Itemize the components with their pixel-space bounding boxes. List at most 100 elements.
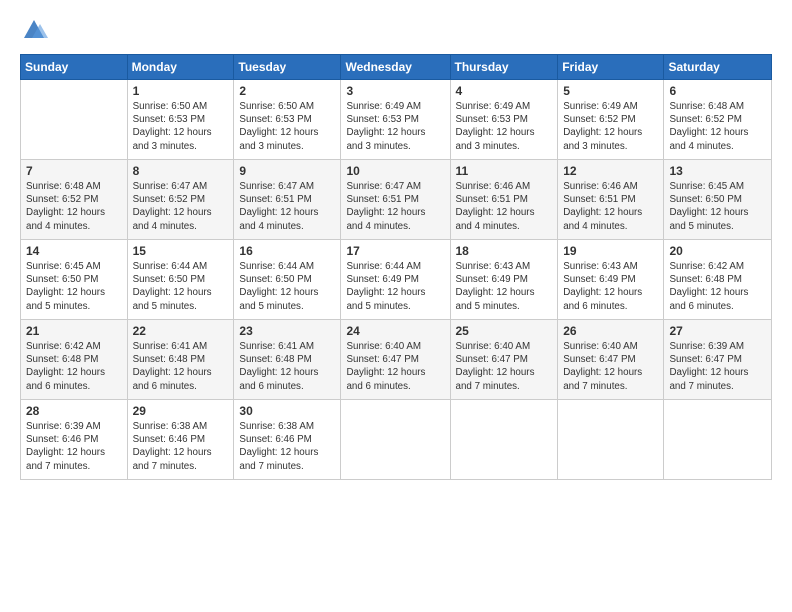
calendar-cell xyxy=(450,400,558,480)
day-number: 3 xyxy=(346,84,444,98)
days-header-row: SundayMondayTuesdayWednesdayThursdayFrid… xyxy=(21,55,772,80)
day-number: 27 xyxy=(669,324,766,338)
calendar-cell: 30Sunrise: 6:38 AM Sunset: 6:46 PM Dayli… xyxy=(234,400,341,480)
day-info: Sunrise: 6:47 AM Sunset: 6:51 PM Dayligh… xyxy=(346,180,444,233)
calendar-cell: 16 Sunrise: 6:44 AM Sunset: 6:50 PM Dayli… xyxy=(234,240,341,320)
header xyxy=(20,16,772,44)
day-number: 11 xyxy=(456,164,553,178)
day-number: 4 xyxy=(456,84,553,98)
day-info: Sunrise: 6:44 AM Sunset: 6:49 PM Dayligh… xyxy=(346,260,444,313)
day-number: 7 xyxy=(26,164,122,178)
day-info: Sunrise: 6:41 AM Sunset: 6:48 PM Dayligh… xyxy=(239,340,335,393)
calendar-cell: 22 Sunrise: 6:41 AM Sunset: 6:48 PM Dayli… xyxy=(127,320,234,400)
calendar-cell: 7 Sunrise: 6:48 AM Sunset: 6:52 PM Daylig… xyxy=(21,160,128,240)
day-info: Sunrise: 6:40 AM Sunset: 6:47 PM Dayligh… xyxy=(563,340,658,393)
calendar-week-1: 1 Sunrise: 6:50 AM Sunset: 6:53 PM Daylig… xyxy=(21,80,772,160)
calendar-cell: 11 Sunrise: 6:46 AM Sunset: 6:51 PM Dayli… xyxy=(450,160,558,240)
calendar-cell: 8 Sunrise: 6:47 AM Sunset: 6:52 PM Daylig… xyxy=(127,160,234,240)
day-number: 16 xyxy=(239,244,335,258)
day-info: Sunrise: 6:49 AM Sunset: 6:53 PM Dayligh… xyxy=(346,100,444,153)
calendar-cell: 10 Sunrise: 6:47 AM Sunset: 6:51 PM Dayli… xyxy=(341,160,450,240)
day-number: 8 xyxy=(133,164,229,178)
day-info: Sunrise: 6:43 AM Sunset: 6:49 PM Dayligh… xyxy=(456,260,553,313)
day-number: 13 xyxy=(669,164,766,178)
day-number: 30 xyxy=(239,404,335,418)
calendar-cell: 19 Sunrise: 6:43 AM Sunset: 6:49 PM Dayli… xyxy=(558,240,664,320)
day-number: 10 xyxy=(346,164,444,178)
day-number: 24 xyxy=(346,324,444,338)
calendar-cell: 18Sunrise: 6:43 AM Sunset: 6:49 PM Dayli… xyxy=(450,240,558,320)
day-info: Sunrise: 6:47 AM Sunset: 6:52 PM Dayligh… xyxy=(133,180,229,233)
calendar-week-3: 14 Sunrise: 6:45 AM Sunset: 6:50 PM Dayli… xyxy=(21,240,772,320)
calendar-cell: 15 Sunrise: 6:44 AM Sunset: 6:50 PM Dayli… xyxy=(127,240,234,320)
logo xyxy=(20,16,52,44)
day-number: 29 xyxy=(133,404,229,418)
day-info: Sunrise: 6:44 AM Sunset: 6:50 PM Dayligh… xyxy=(133,260,229,313)
day-number: 12 xyxy=(563,164,658,178)
day-number: 15 xyxy=(133,244,229,258)
day-info: Sunrise: 6:49 AM Sunset: 6:52 PM Dayligh… xyxy=(563,100,658,153)
calendar-body: 1 Sunrise: 6:50 AM Sunset: 6:53 PM Daylig… xyxy=(21,80,772,480)
day-info: Sunrise: 6:46 AM Sunset: 6:51 PM Dayligh… xyxy=(456,180,553,233)
day-number: 19 xyxy=(563,244,658,258)
day-info: Sunrise: 6:49 AM Sunset: 6:53 PM Dayligh… xyxy=(456,100,553,153)
calendar-week-5: 28Sunrise: 6:39 AM Sunset: 6:46 PM Dayli… xyxy=(21,400,772,480)
calendar-week-2: 7 Sunrise: 6:48 AM Sunset: 6:52 PM Daylig… xyxy=(21,160,772,240)
day-number: 1 xyxy=(133,84,229,98)
calendar-cell xyxy=(664,400,772,480)
day-info: Sunrise: 6:50 AM Sunset: 6:53 PM Dayligh… xyxy=(133,100,229,153)
day-info: Sunrise: 6:47 AM Sunset: 6:51 PM Dayligh… xyxy=(239,180,335,233)
day-number: 21 xyxy=(26,324,122,338)
day-info: Sunrise: 6:45 AM Sunset: 6:50 PM Dayligh… xyxy=(26,260,122,313)
day-info: Sunrise: 6:43 AM Sunset: 6:49 PM Dayligh… xyxy=(563,260,658,313)
day-info: Sunrise: 6:48 AM Sunset: 6:52 PM Dayligh… xyxy=(26,180,122,233)
calendar-cell: 1 Sunrise: 6:50 AM Sunset: 6:53 PM Daylig… xyxy=(127,80,234,160)
day-number: 20 xyxy=(669,244,766,258)
calendar-cell: 20 Sunrise: 6:42 AM Sunset: 6:48 PM Dayli… xyxy=(664,240,772,320)
logo-icon xyxy=(20,16,48,44)
day-header-thursday: Thursday xyxy=(450,55,558,80)
day-number: 6 xyxy=(669,84,766,98)
day-info: Sunrise: 6:41 AM Sunset: 6:48 PM Dayligh… xyxy=(133,340,229,393)
calendar-cell: 12 Sunrise: 6:46 AM Sunset: 6:51 PM Dayli… xyxy=(558,160,664,240)
day-info: Sunrise: 6:40 AM Sunset: 6:47 PM Dayligh… xyxy=(456,340,553,393)
calendar-cell: 21 Sunrise: 6:42 AM Sunset: 6:48 PM Dayli… xyxy=(21,320,128,400)
calendar-week-4: 21 Sunrise: 6:42 AM Sunset: 6:48 PM Dayli… xyxy=(21,320,772,400)
calendar-cell: 28Sunrise: 6:39 AM Sunset: 6:46 PM Dayli… xyxy=(21,400,128,480)
day-header-wednesday: Wednesday xyxy=(341,55,450,80)
day-number: 5 xyxy=(563,84,658,98)
calendar-cell: 13 Sunrise: 6:45 AM Sunset: 6:50 PM Dayli… xyxy=(664,160,772,240)
calendar-cell xyxy=(21,80,128,160)
day-number: 14 xyxy=(26,244,122,258)
day-info: Sunrise: 6:46 AM Sunset: 6:51 PM Dayligh… xyxy=(563,180,658,233)
calendar-cell: 26Sunrise: 6:40 AM Sunset: 6:47 PM Dayli… xyxy=(558,320,664,400)
calendar-cell: 14 Sunrise: 6:45 AM Sunset: 6:50 PM Dayli… xyxy=(21,240,128,320)
calendar-cell: 6 Sunrise: 6:48 AM Sunset: 6:52 PM Daylig… xyxy=(664,80,772,160)
calendar-cell: 4 Sunrise: 6:49 AM Sunset: 6:53 PM Daylig… xyxy=(450,80,558,160)
day-header-monday: Monday xyxy=(127,55,234,80)
calendar-cell xyxy=(558,400,664,480)
day-info: Sunrise: 6:45 AM Sunset: 6:50 PM Dayligh… xyxy=(669,180,766,233)
day-number: 23 xyxy=(239,324,335,338)
day-info: Sunrise: 6:42 AM Sunset: 6:48 PM Dayligh… xyxy=(26,340,122,393)
day-header-friday: Friday xyxy=(558,55,664,80)
day-info: Sunrise: 6:44 AM Sunset: 6:50 PM Dayligh… xyxy=(239,260,335,313)
calendar-cell: 2Sunrise: 6:50 AM Sunset: 6:53 PM Daylig… xyxy=(234,80,341,160)
day-number: 25 xyxy=(456,324,553,338)
day-info: Sunrise: 6:42 AM Sunset: 6:48 PM Dayligh… xyxy=(669,260,766,313)
day-info: Sunrise: 6:39 AM Sunset: 6:47 PM Dayligh… xyxy=(669,340,766,393)
calendar-cell: 5 Sunrise: 6:49 AM Sunset: 6:52 PM Daylig… xyxy=(558,80,664,160)
day-info: Sunrise: 6:48 AM Sunset: 6:52 PM Dayligh… xyxy=(669,100,766,153)
calendar-cell: 27 Sunrise: 6:39 AM Sunset: 6:47 PM Dayli… xyxy=(664,320,772,400)
day-info: Sunrise: 6:40 AM Sunset: 6:47 PM Dayligh… xyxy=(346,340,444,393)
day-info: Sunrise: 6:39 AM Sunset: 6:46 PM Dayligh… xyxy=(26,420,122,473)
day-number: 22 xyxy=(133,324,229,338)
calendar-cell: 17Sunrise: 6:44 AM Sunset: 6:49 PM Dayli… xyxy=(341,240,450,320)
calendar-cell: 24 Sunrise: 6:40 AM Sunset: 6:47 PM Dayli… xyxy=(341,320,450,400)
day-header-saturday: Saturday xyxy=(664,55,772,80)
page: SundayMondayTuesdayWednesdayThursdayFrid… xyxy=(0,0,792,612)
day-number: 2 xyxy=(239,84,335,98)
calendar-table: SundayMondayTuesdayWednesdayThursdayFrid… xyxy=(20,54,772,480)
calendar-cell xyxy=(341,400,450,480)
calendar-cell: 25 Sunrise: 6:40 AM Sunset: 6:47 PM Dayli… xyxy=(450,320,558,400)
